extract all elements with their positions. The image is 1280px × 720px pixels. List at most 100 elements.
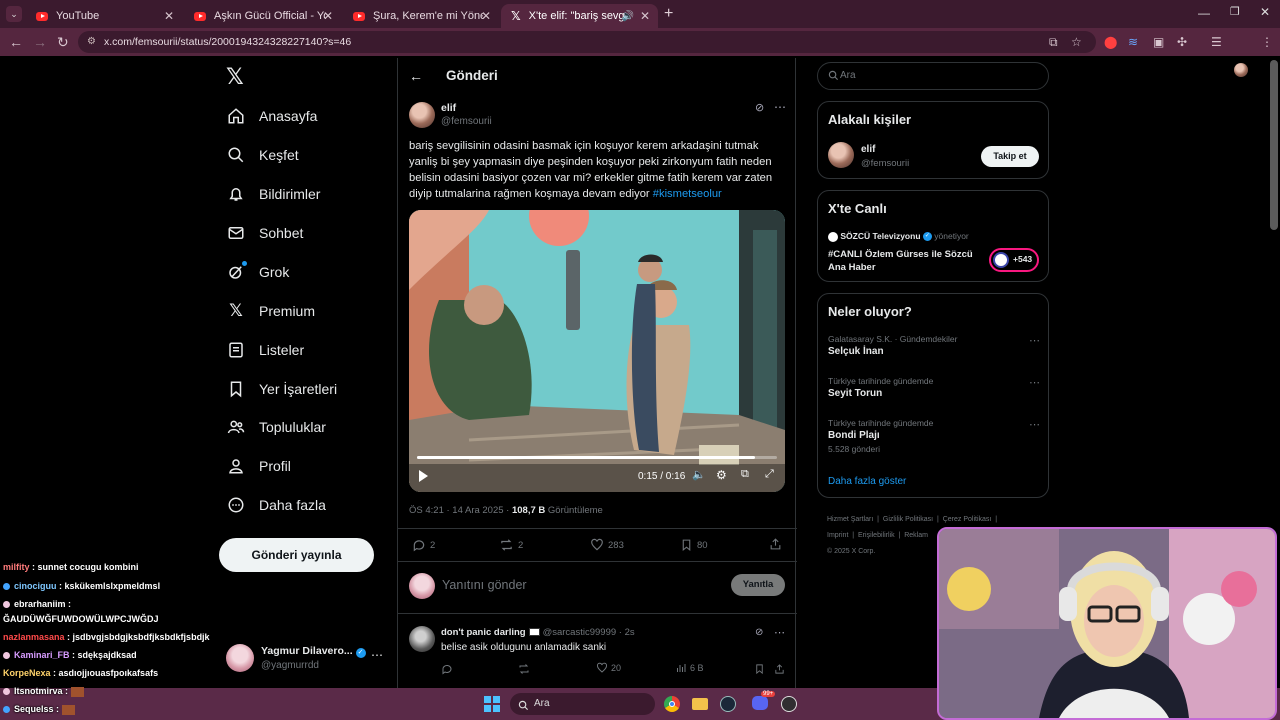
footer-link[interactable]: Çerez Politikası	[943, 516, 992, 523]
picture-in-picture-icon[interactable]: ⧉	[741, 468, 749, 481]
live-listeners-badge[interactable]: +543	[989, 248, 1039, 272]
taskbar-search[interactable]: Ara	[510, 693, 655, 715]
browser-menu-icon[interactable]: ⋮	[1261, 35, 1273, 49]
footer-link[interactable]: Gizlilik Politikası	[883, 516, 933, 523]
author-handle[interactable]: @femsourii	[441, 116, 492, 127]
reply-author[interactable]: don't panic darling @sarcastic99999 · 2s	[441, 627, 635, 638]
show-more-link[interactable]: Daha fazla göster	[828, 476, 906, 487]
footer-link[interactable]: Erişilebilirlik	[858, 532, 895, 539]
tab-youtube[interactable]: YouTube ✕	[26, 4, 182, 28]
more-dots-icon[interactable]: ⋯	[1029, 418, 1040, 431]
discord-icon[interactable]: 99+	[752, 691, 776, 710]
bookmark-action[interactable]: 80	[680, 538, 708, 552]
reload-icon[interactable]: ↻	[57, 34, 69, 51]
maximize-button[interactable]: ❐	[1230, 5, 1240, 18]
author-avatar[interactable]	[828, 142, 854, 168]
close-icon[interactable]: ✕	[164, 9, 174, 23]
video-player[interactable]: 0:15 / 0:16 🔈 ⚙ ⧉ ⤢	[409, 210, 785, 492]
settings-gear-icon[interactable]: ⚙	[716, 468, 727, 482]
tab-askin-gucu[interactable]: Aşkın Gücü Official - YouTube ✕	[184, 4, 341, 28]
more-dots-icon[interactable]: ⋯	[774, 100, 786, 114]
more-dots-icon[interactable]: ⋯	[1029, 376, 1040, 389]
repost-action[interactable]: 2	[499, 538, 523, 552]
back-arrow-icon[interactable]: ←	[9, 34, 23, 50]
new-tab-button[interactable]: +	[664, 5, 673, 23]
scrollbar[interactable]	[1270, 60, 1278, 230]
author-avatar[interactable]	[409, 102, 435, 128]
tab-list-chevron-icon[interactable]: ⌄	[6, 6, 22, 22]
person-handle[interactable]: @femsourii	[861, 158, 909, 169]
sidebar-item-grok[interactable]: Grok	[227, 258, 289, 286]
like-action[interactable]: 20	[596, 662, 621, 674]
footer-link[interactable]: Imprint	[827, 532, 848, 539]
fullscreen-icon[interactable]: ⤢	[765, 468, 774, 481]
sidebar-item-daha-fazla[interactable]: Daha fazla	[227, 491, 326, 519]
close-icon[interactable]: ✕	[640, 9, 650, 23]
sidebar-item-anasayfa[interactable]: Anasayfa	[227, 102, 317, 130]
extension-audio-icon[interactable]: ≋	[1128, 35, 1138, 49]
live-host[interactable]: SÖZCÜ Televizyonu ✓ yönetiyor	[828, 231, 969, 242]
extensions-puzzle-icon[interactable]: ✣	[1177, 35, 1187, 49]
sidebar-item-bildirimler[interactable]: Bildirimler	[227, 180, 320, 208]
post-button[interactable]: Gönderi yayınla	[219, 538, 374, 572]
sidebar-item-listeler[interactable]: Listeler	[227, 336, 304, 364]
profile-avatar[interactable]	[1234, 63, 1248, 77]
speaker-icon[interactable]: 🔊	[622, 11, 634, 22]
trend-item[interactable]: Galatasaray S.K. · Gündemdekiler Selçuk …	[828, 334, 1040, 357]
volume-icon[interactable]: 🔈	[692, 468, 706, 481]
install-app-icon[interactable]: ⧉	[1049, 35, 1058, 50]
grok-icon[interactable]: ⊘	[755, 101, 764, 114]
sidebar-item-profil[interactable]: Profil	[227, 452, 291, 480]
extension-red-icon[interactable]: ⬤	[1104, 35, 1117, 49]
sidebar-item-topluluklar[interactable]: Topluluklar	[227, 413, 326, 441]
sidebar-item-yer-isaretleri[interactable]: Yer İşaretleri	[227, 375, 337, 403]
grok-icon[interactable]: ⊘	[755, 627, 763, 638]
extension-icon[interactable]: ▣	[1153, 35, 1164, 49]
steam-icon[interactable]	[720, 696, 736, 712]
x-logo-icon[interactable]: 𝕏	[226, 64, 244, 90]
avatar[interactable]	[409, 626, 435, 652]
close-icon[interactable]: ✕	[481, 9, 491, 23]
reply-input[interactable]: Yanıtını gönder	[442, 578, 527, 592]
bookmark-star-icon[interactable]: ☆	[1071, 35, 1082, 49]
minimize-button[interactable]: —	[1198, 6, 1210, 20]
play-icon[interactable]	[419, 470, 428, 482]
trend-item[interactable]: Türkiye tarihinde gündemde Bondi Plajı 5…	[828, 418, 1040, 454]
footer-link[interactable]: Hizmet Şartları	[827, 516, 873, 523]
share-icon[interactable]	[769, 537, 782, 556]
reply-action[interactable]: 2	[412, 538, 435, 552]
close-window-button[interactable]: ✕	[1260, 5, 1270, 19]
tab-x-post[interactable]: 𝕏 X'te elif: "bariş sevgilisinin o 🔊 ✕	[501, 4, 658, 28]
windows-start-icon[interactable]	[484, 696, 500, 712]
forward-arrow-icon[interactable]: →	[33, 34, 47, 50]
close-icon[interactable]: ✕	[323, 9, 333, 23]
file-explorer-icon[interactable]	[692, 698, 708, 710]
video-progress-track[interactable]	[417, 456, 777, 459]
chrome-icon[interactable]	[664, 696, 680, 712]
more-dots-icon[interactable]: ⋯	[1029, 334, 1040, 347]
like-action[interactable]: 283	[590, 538, 624, 552]
person-name[interactable]: elif	[861, 144, 875, 155]
views-action[interactable]: 6 B	[675, 662, 704, 674]
more-dots-icon[interactable]: ⋯	[371, 648, 383, 662]
repost-icon[interactable]	[518, 662, 530, 680]
reply-button[interactable]: Yanıtla	[731, 574, 785, 596]
share-icon[interactable]	[774, 662, 785, 680]
sidebar-item-kesfet[interactable]: Keşfet	[227, 141, 299, 169]
live-title[interactable]: #CANLI Özlem Gürses ile Sözcü Ana Haber	[828, 248, 978, 274]
trend-item[interactable]: Türkiye tarihinde gündemde Seyit Torun ⋯	[828, 376, 1040, 399]
sidebar-item-premium[interactable]: 𝕏 Premium	[227, 297, 315, 325]
account-switcher[interactable]: Yagmur Dilavero... ✓ @yagmurrdd ⋯	[226, 642, 386, 676]
bookmark-icon[interactable]	[754, 662, 765, 680]
author-name[interactable]: elif	[441, 102, 456, 114]
hashtag-link[interactable]: #kismetseolur	[653, 188, 722, 200]
obs-icon[interactable]	[781, 696, 797, 712]
url-field[interactable]: x.com/femsourii/status/20001943243282271…	[78, 31, 1096, 53]
sidebar-item-sohbet[interactable]: Sohbet	[227, 219, 303, 247]
follow-button[interactable]: Takip et	[981, 146, 1039, 167]
footer-link[interactable]: Reklam	[904, 532, 928, 539]
sidebar-icon[interactable]: ☰	[1211, 35, 1222, 49]
tab-sura-kerem[interactable]: Şura, Kerem'e mi Yöneldi? | Aşk ✕	[343, 4, 499, 28]
search-input[interactable]: Ara	[817, 62, 1049, 90]
comment-icon[interactable]	[441, 662, 453, 680]
